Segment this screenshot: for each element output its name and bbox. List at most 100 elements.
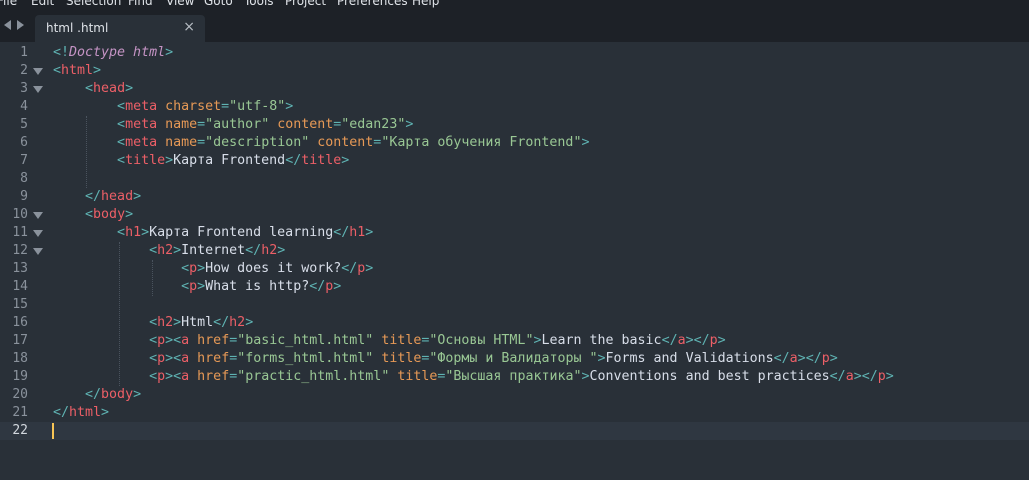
code-text: <h2>Html</h2>	[53, 314, 253, 332]
fold-arrow-icon[interactable]	[33, 230, 43, 237]
code-token: =	[197, 117, 206, 132]
code-token: >	[165, 351, 174, 366]
code-token: </	[829, 369, 846, 384]
code-text: <body>	[53, 206, 133, 224]
code-text: <meta name="description" content="Карта …	[53, 134, 589, 152]
code-token: title	[381, 333, 422, 348]
tab-scroll-right-icon[interactable]	[17, 20, 24, 30]
code-token: "practic_html.html"	[237, 369, 390, 384]
code-line[interactable]: 2 <html>	[0, 62, 1029, 80]
code-token: <	[149, 243, 158, 258]
code-line[interactable]: 16 <h2>Html</h2>	[0, 314, 1029, 332]
code-token: <	[149, 333, 158, 348]
line-number: 8	[20, 171, 28, 186]
code-line[interactable]: 21 </html>	[0, 404, 1029, 422]
code-token: >	[173, 243, 182, 258]
code-line[interactable]: 15	[0, 296, 1029, 314]
code-token: p	[157, 351, 166, 366]
code-line[interactable]: 14 <p>What is http?</p>	[0, 278, 1029, 296]
code-line[interactable]: 13 <p>How does it work?</p>	[0, 260, 1029, 278]
code-line[interactable]: 11 <h1>Карта Frontend learning</h1>	[0, 224, 1029, 242]
menu-item-help[interactable]: Help	[412, 0, 439, 8]
fold-arrow-icon[interactable]	[33, 68, 43, 75]
line-number: 4	[20, 99, 28, 114]
code-token: </	[85, 189, 102, 204]
code-token: "Карта обучения Frontend"	[381, 135, 582, 150]
code-line[interactable]: 6 <meta name="description" content="Карт…	[0, 134, 1029, 152]
code-line[interactable]: 18 <p><a href="forms_html.html" title="Ф…	[0, 350, 1029, 368]
code-token: >	[285, 99, 294, 114]
menu-item-project[interactable]: Project	[285, 0, 326, 8]
code-token: >	[333, 279, 342, 294]
code-token: content	[317, 135, 374, 150]
code-line[interactable]: 12 <h2>Internet</h2>	[0, 242, 1029, 260]
code-text: <head>	[53, 80, 133, 98]
menu-item-goto[interactable]: Goto	[204, 0, 233, 8]
code-token: html	[69, 405, 102, 420]
code-token: >	[685, 333, 694, 348]
code-line[interactable]: 8	[0, 170, 1029, 188]
code-token: >	[125, 81, 134, 96]
code-token: </	[213, 315, 230, 330]
code-token: html	[61, 63, 94, 78]
code-token: a	[181, 369, 190, 384]
close-icon[interactable]: ×	[183, 19, 195, 35]
code-line[interactable]: 9 </head>	[0, 188, 1029, 206]
tab-html-file[interactable]: html .html ×	[35, 15, 205, 42]
code-token: <	[117, 135, 126, 150]
fold-arrow-icon[interactable]	[33, 86, 43, 93]
code-token: a	[181, 351, 190, 366]
code-editor[interactable]: 1 <!Doctype html> 2 <html> 3 <head> 4 <meta c…	[0, 42, 1029, 480]
tab-label: html .html	[46, 21, 109, 35]
code-line[interactable]: 7 <title>Карта Frontend</title>	[0, 152, 1029, 170]
tab-scroll-left-icon[interactable]	[4, 20, 11, 30]
code-line[interactable]: 17 <p><a href="basic_html.html" title="О…	[0, 332, 1029, 350]
code-token: h2	[261, 243, 278, 258]
code-text: <p><a href="forms_html.html" title="Форм…	[53, 350, 838, 368]
code-token: "edan23"	[341, 117, 406, 132]
code-line[interactable]: 4 <meta charset="utf-8">	[0, 98, 1029, 116]
code-text: <meta charset="utf-8">	[53, 98, 293, 116]
fold-arrow-icon[interactable]	[33, 212, 43, 219]
fold-arrow-icon[interactable]	[33, 248, 43, 255]
code-token: body	[93, 207, 126, 222]
code-token: h1	[349, 225, 366, 240]
menu-item-edit[interactable]: Edit	[31, 0, 54, 8]
code-line[interactable]: 10 <body>	[0, 206, 1029, 224]
line-number: 17	[12, 333, 28, 348]
line-number: 9	[20, 189, 28, 204]
code-token: p	[877, 369, 886, 384]
menu-item-preferences[interactable]: Preferences	[337, 0, 408, 8]
code-token: Conventions and best practices	[589, 369, 830, 384]
code-text: <html>	[53, 62, 101, 80]
menu-item-selection[interactable]: Selection	[66, 0, 121, 8]
menu-item-find[interactable]: Find	[128, 0, 153, 8]
code-line[interactable]: 1 <!Doctype html>	[0, 44, 1029, 62]
menu-item-view[interactable]: View	[166, 0, 194, 8]
code-token: <	[53, 63, 62, 78]
code-token: <	[117, 99, 126, 114]
code-token: >	[93, 63, 102, 78]
code-token: h2	[229, 315, 246, 330]
line-number: 12	[12, 243, 28, 258]
code-line[interactable]: 3 <head>	[0, 80, 1029, 98]
menu-item-tools[interactable]: Tools	[244, 0, 274, 8]
indent-guide	[119, 242, 120, 260]
code-token: >	[133, 387, 142, 402]
line-number: 10	[12, 207, 28, 222]
code-line[interactable]: 5 <meta name="author" content="edan23">	[0, 116, 1029, 134]
code-token: "Высшая практика"	[445, 369, 582, 384]
code-line[interactable]: 22	[0, 422, 1029, 440]
menu-item-file[interactable]: File	[0, 0, 17, 8]
line-number: 1	[20, 45, 28, 60]
line-number: 7	[20, 153, 28, 168]
code-line[interactable]: 19 <p><a href="practic_html.html" title=…	[0, 368, 1029, 386]
code-line[interactable]: 20 </body>	[0, 386, 1029, 404]
line-number: 6	[20, 135, 28, 150]
code-token: p	[189, 279, 198, 294]
